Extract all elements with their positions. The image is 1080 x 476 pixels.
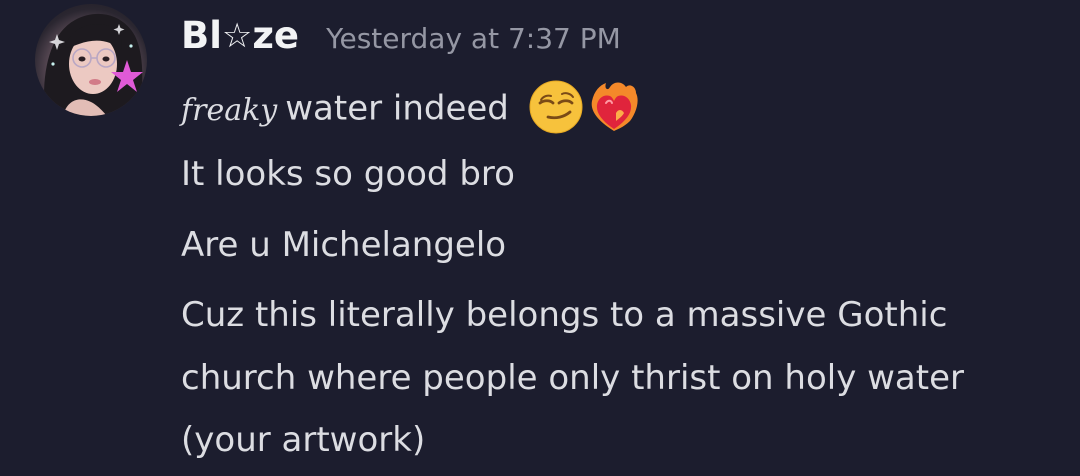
- username[interactable]: Bl☆ze: [181, 14, 299, 57]
- message-line: It looks so good bro: [181, 154, 515, 194]
- styled-word: freaky: [181, 92, 278, 128]
- smirking-face-icon[interactable]: [528, 79, 584, 135]
- message-timestamp[interactable]: Yesterday at 7:37 PM: [326, 22, 621, 55]
- username-star: ☆: [221, 16, 253, 56]
- heart-on-fire-icon[interactable]: [586, 79, 642, 135]
- avatar[interactable]: [35, 4, 147, 116]
- message-line: Are u Michelangelo: [181, 225, 507, 265]
- message-line: (your artwork): [181, 420, 426, 460]
- message-header: Bl☆ze Yesterday at 7:37 PM: [181, 14, 621, 66]
- message-line: church where people only thrist on holy …: [181, 358, 964, 398]
- username-prefix: Bl: [181, 14, 222, 57]
- username-suffix: ze: [252, 14, 300, 57]
- chat-message: Bl☆ze Yesterday at 7:37 PM freaky water i…: [0, 0, 1080, 476]
- message-line: freaky water indeed: [181, 79, 642, 138]
- message-line-text: water indeed: [285, 88, 509, 129]
- message-line: Cuz this literally belongs to a massive …: [181, 295, 948, 335]
- avatar-image: [44, 13, 143, 116]
